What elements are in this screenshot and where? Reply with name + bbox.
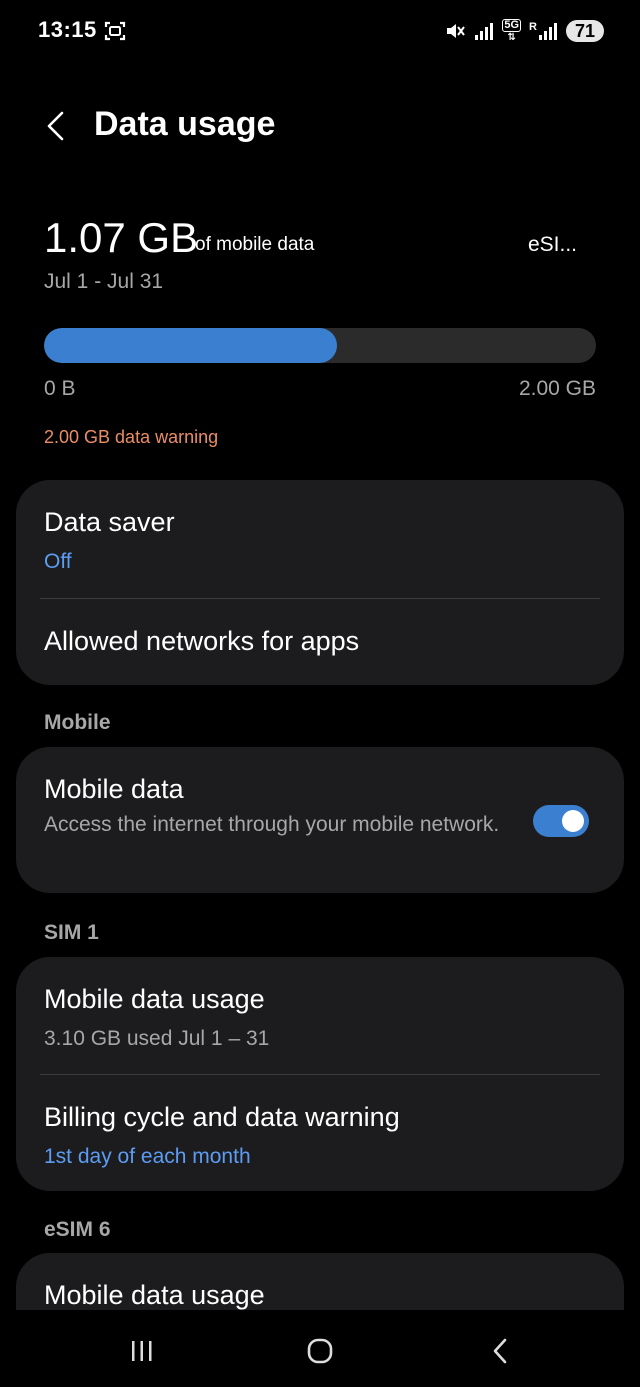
signal-icon (475, 23, 494, 40)
section-label-sim1: SIM 1 (44, 921, 99, 944)
esim-usage-title: Mobile data usage (44, 1280, 265, 1310)
data-saver-value: Off (44, 550, 72, 573)
usage-period: Jul 1 - Jul 31 (44, 270, 164, 293)
home-button[interactable] (300, 1336, 340, 1366)
network-type-label: 5G (502, 19, 522, 32)
sim-selector[interactable]: eSI... (528, 233, 577, 257)
sim1-usage-row[interactable]: Mobile data usage 3.10 GB used Jul 1 – 3… (44, 984, 596, 1054)
allowed-networks-title: Allowed networks for apps (44, 626, 360, 656)
back-arrow-icon[interactable] (40, 110, 70, 142)
allowed-networks-row[interactable]: Allowed networks for apps (44, 626, 596, 657)
data-warning-label: 2.00 GB data warning (44, 427, 219, 447)
screenshot-icon (104, 21, 126, 41)
usage-amount: 1.07 GB (44, 214, 199, 261)
mobile-data-card[interactable]: Mobile data Access the internet through … (16, 747, 624, 893)
navigation-bar (0, 1310, 640, 1387)
signal-icon-2 (539, 23, 557, 40)
sim1-usage-title: Mobile data usage (44, 984, 265, 1014)
roaming-indicator: R (529, 21, 558, 41)
divider (40, 1074, 600, 1075)
toggle-knob (562, 810, 584, 832)
mobile-data-toggle[interactable] (533, 805, 589, 837)
sim1-usage-sub: 3.10 GB used Jul 1 – 31 (44, 1027, 270, 1050)
roaming-label: R (529, 21, 537, 33)
page-title: Data usage (94, 105, 276, 143)
divider (40, 598, 600, 599)
recents-icon (132, 1341, 152, 1361)
range-min-label: 0 B (44, 377, 76, 400)
data-saver-card: Data saver Off Allowed networks for apps (16, 480, 624, 685)
back-button[interactable] (480, 1336, 520, 1366)
network-type-icon: 5G ⇅ (502, 19, 522, 43)
mobile-data-title: Mobile data (44, 774, 184, 804)
section-label-mobile: Mobile (44, 711, 111, 734)
status-bar: 13:15 5G ⇅ R 71 (0, 0, 640, 60)
usage-progress-bar (44, 328, 596, 363)
status-icons: 5G ⇅ R 71 (444, 16, 604, 46)
data-saver-row[interactable]: Data saver Off (44, 507, 596, 577)
back-icon (493, 1338, 507, 1364)
range-max-label: 2.00 GB (518, 377, 596, 400)
usage-suffix: of mobile data (195, 234, 315, 255)
section-label-esim: eSIM 6 (44, 1218, 111, 1241)
billing-cycle-title: Billing cycle and data warning (44, 1102, 400, 1132)
status-time: 13:15 (38, 17, 97, 42)
esim-usage-row[interactable]: Mobile data usage (44, 1280, 596, 1311)
billing-cycle-row[interactable]: Billing cycle and data warning 1st day o… (44, 1102, 596, 1172)
usage-progress-fill (44, 328, 337, 363)
mute-icon (447, 24, 466, 38)
sim1-card: Mobile data usage 3.10 GB used Jul 1 – 3… (16, 957, 624, 1191)
header: Data usage (0, 92, 640, 162)
battery-icon: 71 (566, 20, 604, 42)
billing-cycle-sub: 1st day of each month (44, 1145, 251, 1168)
mobile-data-description: Access the internet through your mobile … (44, 813, 500, 836)
home-icon (307, 1338, 333, 1364)
data-saver-title: Data saver (44, 507, 175, 537)
mobile-data-row: Mobile data Access the internet through … (44, 774, 504, 840)
recents-button[interactable] (122, 1336, 162, 1366)
